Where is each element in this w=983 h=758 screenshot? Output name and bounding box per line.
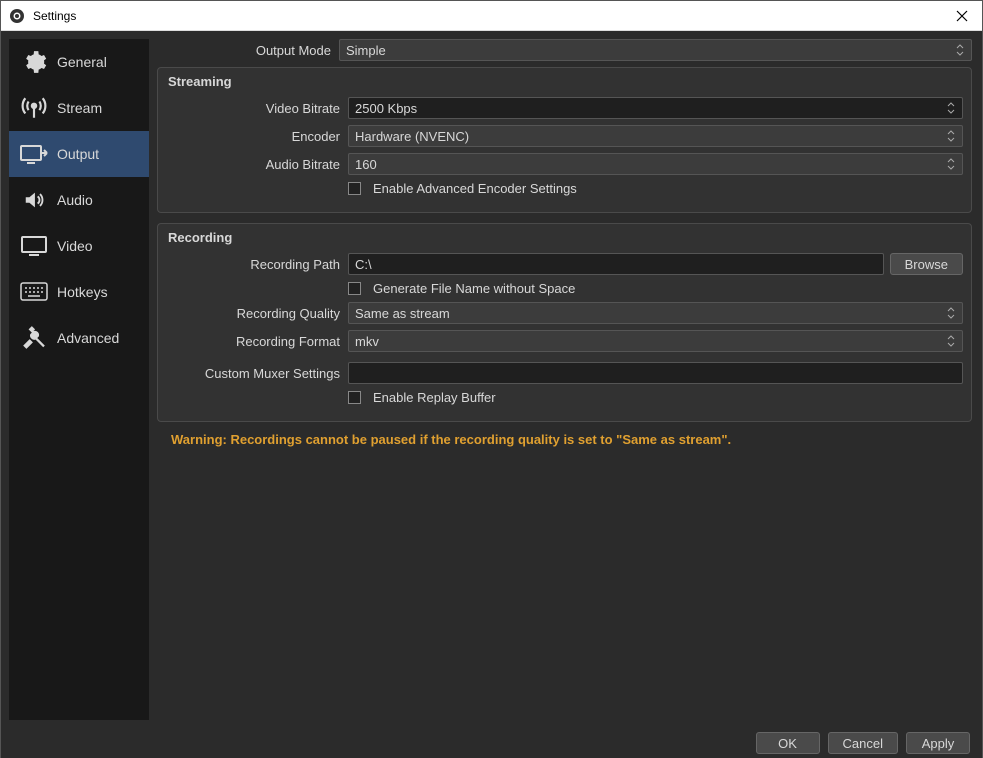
sidebar-label: Stream bbox=[57, 100, 102, 116]
tools-icon bbox=[19, 325, 49, 351]
sidebar-item-hotkeys[interactable]: Hotkeys bbox=[9, 269, 149, 315]
keyboard-icon bbox=[19, 279, 49, 305]
gear-icon bbox=[19, 49, 49, 75]
updown-icon bbox=[944, 333, 958, 349]
sidebar-label: Hotkeys bbox=[57, 284, 108, 300]
video-bitrate-input[interactable]: 2500 Kbps bbox=[348, 97, 963, 119]
replay-buffer-checkbox[interactable] bbox=[348, 391, 361, 404]
titlebar: Settings bbox=[1, 1, 982, 31]
close-button[interactable] bbox=[942, 1, 982, 31]
output-mode-select[interactable]: Simple bbox=[339, 39, 972, 61]
updown-icon bbox=[944, 156, 958, 172]
ok-button[interactable]: OK bbox=[756, 732, 820, 754]
sidebar-label: General bbox=[57, 54, 107, 70]
footer: OK Cancel Apply bbox=[1, 728, 982, 758]
muxer-label: Custom Muxer Settings bbox=[166, 366, 348, 381]
muxer-input[interactable] bbox=[348, 362, 963, 384]
recording-group: Recording Recording Path C:\ Browse Gene… bbox=[157, 223, 972, 422]
monitor-icon bbox=[19, 233, 49, 259]
sidebar-label: Audio bbox=[57, 192, 93, 208]
recording-format-select[interactable]: mkv bbox=[348, 330, 963, 352]
spinner-icon bbox=[944, 100, 958, 116]
sidebar-item-advanced[interactable]: Advanced bbox=[9, 315, 149, 361]
encoder-select[interactable]: Hardware (NVENC) bbox=[348, 125, 963, 147]
streaming-group: Streaming Video Bitrate 2500 Kbps Encode… bbox=[157, 67, 972, 213]
main-area: General Stream Output Audio Video Hotkey… bbox=[1, 31, 982, 728]
recording-quality-select[interactable]: Same as stream bbox=[348, 302, 963, 324]
output-mode-row: Output Mode Simple bbox=[157, 39, 972, 61]
video-bitrate-label: Video Bitrate bbox=[166, 101, 348, 116]
output-mode-label: Output Mode bbox=[157, 43, 339, 58]
sidebar-item-audio[interactable]: Audio bbox=[9, 177, 149, 223]
apply-button[interactable]: Apply bbox=[906, 732, 970, 754]
warning-text: Warning: Recordings cannot be paused if … bbox=[171, 432, 972, 447]
recording-title: Recording bbox=[168, 230, 963, 245]
recording-path-label: Recording Path bbox=[166, 257, 348, 272]
cancel-button[interactable]: Cancel bbox=[828, 732, 898, 754]
recording-quality-label: Recording Quality bbox=[166, 306, 348, 321]
updown-icon bbox=[944, 128, 958, 144]
streaming-title: Streaming bbox=[168, 74, 963, 89]
sidebar: General Stream Output Audio Video Hotkey… bbox=[9, 39, 149, 720]
sidebar-label: Advanced bbox=[57, 330, 119, 346]
speaker-icon bbox=[19, 187, 49, 213]
sidebar-item-video[interactable]: Video bbox=[9, 223, 149, 269]
window-title: Settings bbox=[33, 9, 942, 23]
sidebar-item-output[interactable]: Output bbox=[9, 131, 149, 177]
recording-format-label: Recording Format bbox=[166, 334, 348, 349]
sidebar-item-stream[interactable]: Stream bbox=[9, 85, 149, 131]
advanced-encoder-label: Enable Advanced Encoder Settings bbox=[373, 181, 577, 196]
advanced-encoder-checkbox[interactable] bbox=[348, 182, 361, 195]
audio-bitrate-label: Audio Bitrate bbox=[166, 157, 348, 172]
app-icon bbox=[9, 8, 25, 24]
audio-bitrate-select[interactable]: 160 bbox=[348, 153, 963, 175]
sidebar-label: Video bbox=[57, 238, 93, 254]
replay-buffer-label: Enable Replay Buffer bbox=[373, 390, 496, 405]
recording-path-input[interactable]: C:\ bbox=[348, 253, 884, 275]
sidebar-label: Output bbox=[57, 146, 99, 162]
updown-icon bbox=[953, 42, 967, 58]
content-panel: Output Mode Simple Streaming Video Bitra… bbox=[149, 31, 982, 728]
nospace-checkbox[interactable] bbox=[348, 282, 361, 295]
sidebar-item-general[interactable]: General bbox=[9, 39, 149, 85]
nospace-label: Generate File Name without Space bbox=[373, 281, 575, 296]
output-icon bbox=[19, 141, 49, 167]
antenna-icon bbox=[19, 95, 49, 121]
encoder-label: Encoder bbox=[166, 129, 348, 144]
browse-button[interactable]: Browse bbox=[890, 253, 963, 275]
updown-icon bbox=[944, 305, 958, 321]
